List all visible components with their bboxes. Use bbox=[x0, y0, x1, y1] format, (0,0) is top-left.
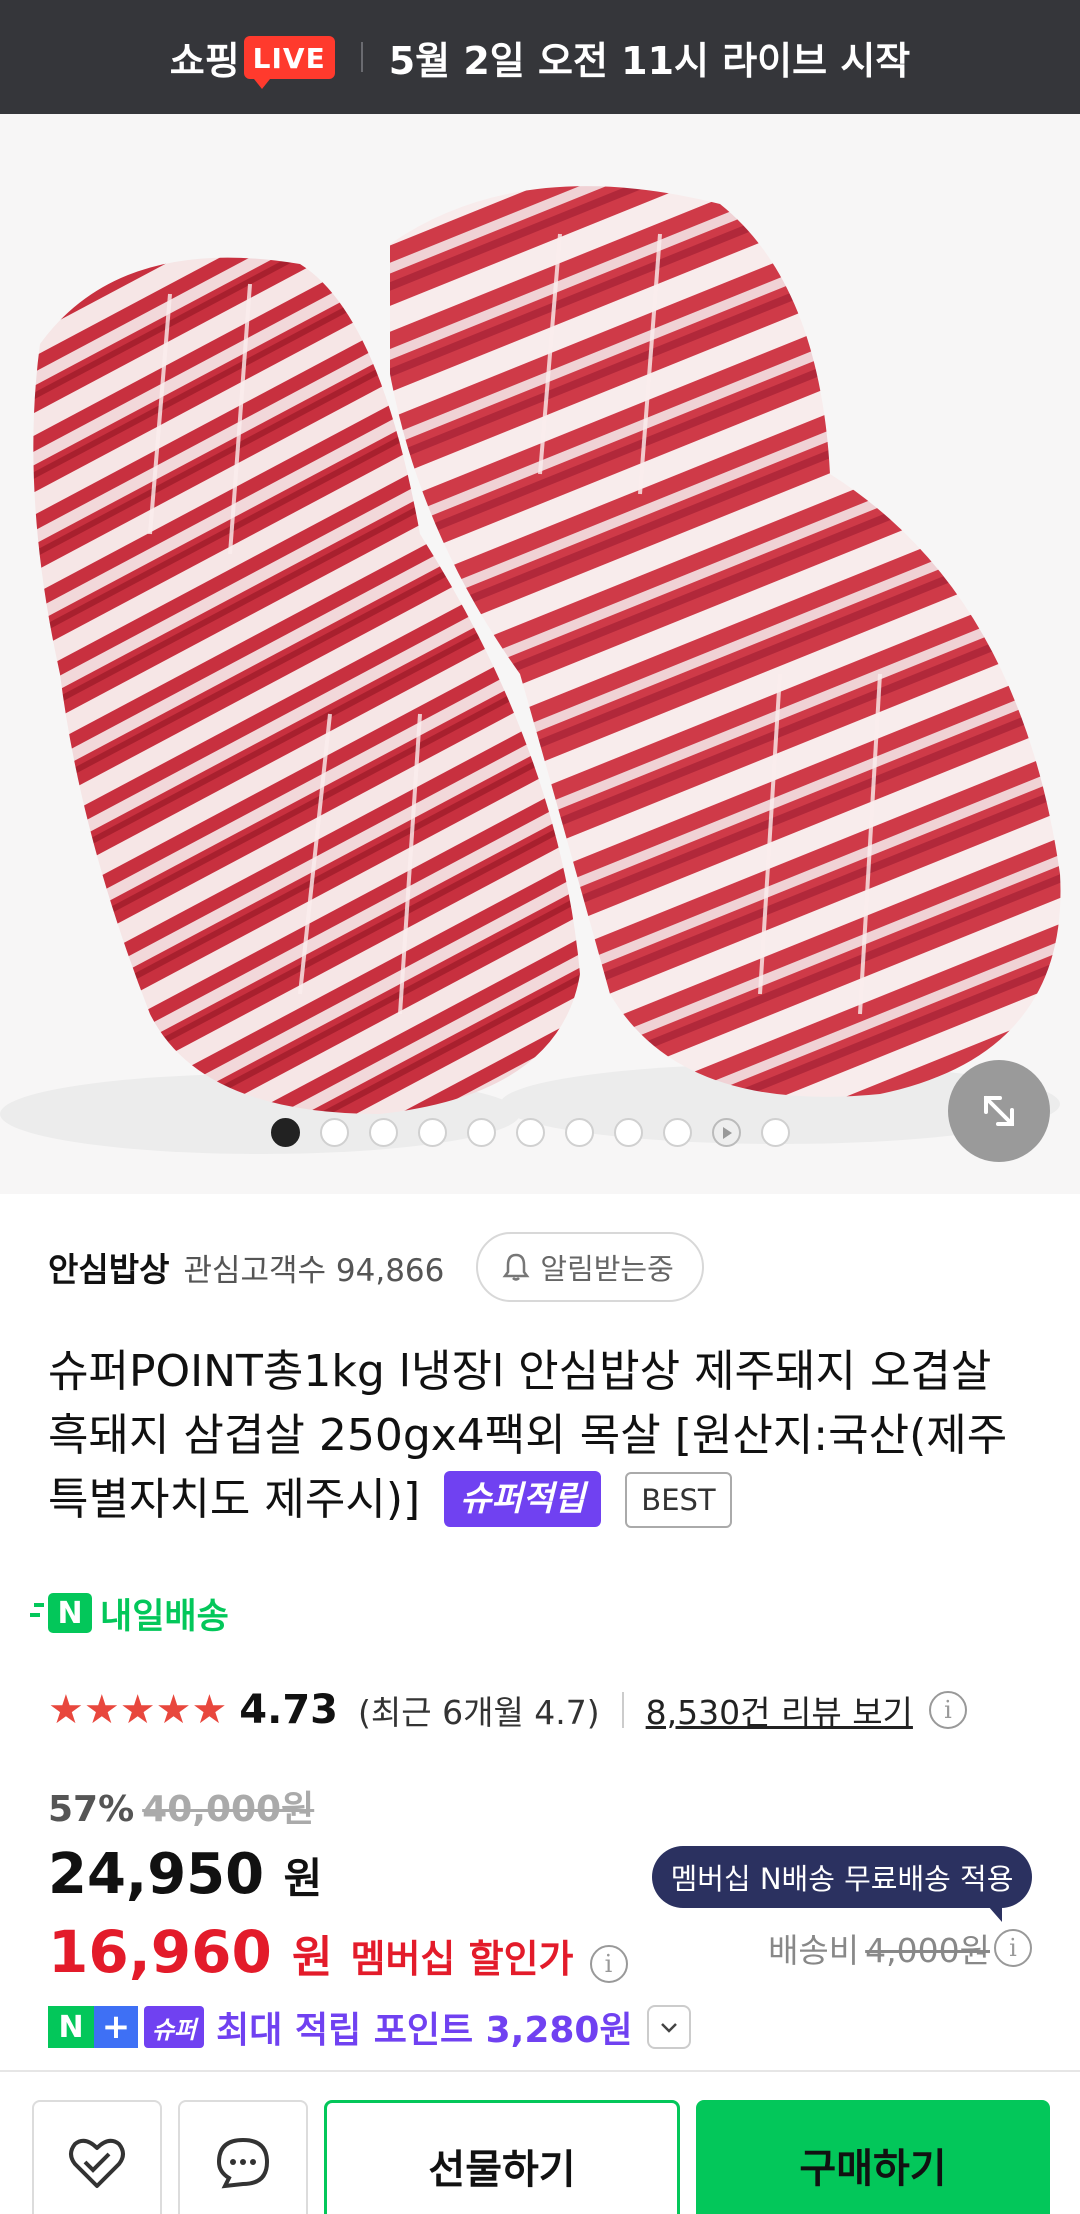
plus-icon: + bbox=[94, 2006, 138, 2048]
delivery-label: 내일배송 bbox=[100, 1596, 229, 1637]
info-icon[interactable]: i bbox=[589, 1945, 628, 1983]
carousel-dot[interactable] bbox=[368, 1118, 398, 1147]
store-name[interactable]: 안심밥상 bbox=[48, 1243, 169, 1291]
shopping-live-logo: 쇼핑 LIVE bbox=[169, 30, 335, 89]
membership-price-unit: 원 bbox=[292, 1932, 333, 1983]
shipping-row: 배송비 4,000원 i bbox=[768, 1924, 1032, 1972]
carousel-dot[interactable] bbox=[564, 1118, 594, 1147]
discount-row: 57% 40,000원 bbox=[48, 1780, 314, 1832]
rating-stars: ★★★★★ bbox=[48, 1687, 228, 1733]
carousel-dot[interactable] bbox=[662, 1118, 692, 1147]
discount-percent: 57% bbox=[48, 1789, 135, 1830]
sale-price-unit: 원 bbox=[283, 1854, 323, 1903]
n-delivery-icon: N bbox=[34, 1593, 92, 1633]
points-row[interactable]: N + 슈퍼 최대 적립 포인트 3,280원 bbox=[48, 2002, 691, 2052]
rating-divider bbox=[621, 1692, 624, 1728]
talk-talk-button[interactable] bbox=[178, 2100, 308, 2214]
reviews-link[interactable]: 8,530건 리뷰 보기 bbox=[646, 1686, 913, 1734]
expand-icon bbox=[984, 1096, 1014, 1126]
original-price: 40,000원 bbox=[142, 1789, 315, 1830]
free-shipping-tooltip: 멤버십 N배송 무료배송 적용 bbox=[652, 1846, 1032, 1922]
super-badge-small: 슈퍼 bbox=[144, 2006, 205, 2048]
wishlist-button[interactable] bbox=[32, 2100, 162, 2214]
chevron-down-icon bbox=[660, 2023, 677, 2033]
carousel-dot[interactable] bbox=[417, 1118, 447, 1147]
carousel-dot[interactable] bbox=[760, 1118, 790, 1147]
sale-price-value: 24,950 bbox=[48, 1842, 265, 1907]
chat-icon bbox=[216, 2137, 270, 2189]
naver-n-icon: N bbox=[48, 2006, 94, 2048]
carousel-dot[interactable] bbox=[515, 1118, 545, 1147]
product-image[interactable] bbox=[0, 114, 1080, 1194]
bell-icon bbox=[502, 1253, 530, 1281]
follower-count: 관심고객수 94,866 bbox=[183, 1252, 445, 1289]
live-badge: LIVE bbox=[243, 35, 335, 89]
gift-button[interactable]: 선물하기 bbox=[324, 2100, 680, 2214]
delivery-tag: N 내일배송 bbox=[34, 1588, 229, 1638]
store-info: 안심밥상 관심고객수 94,866 알림받는중 bbox=[48, 1232, 704, 1302]
carousel-dot[interactable] bbox=[270, 1118, 300, 1147]
heart-check-icon bbox=[69, 2138, 125, 2188]
rating-recent: (최근 6개월 4.7) bbox=[358, 1693, 600, 1732]
naver-plus-badge: N + bbox=[48, 2006, 138, 2048]
carousel-dot[interactable] bbox=[613, 1118, 643, 1147]
points-expand-button[interactable] bbox=[646, 2005, 691, 2049]
live-brand-text: 쇼핑 bbox=[169, 38, 240, 83]
membership-price-row: 16,960 원 멤버십 할인가 i bbox=[48, 1918, 628, 1986]
carousel-indicator[interactable] bbox=[0, 1118, 1080, 1147]
membership-label: 멤버십 할인가 bbox=[350, 1937, 574, 1981]
info-icon[interactable]: i bbox=[928, 1691, 967, 1729]
buy-button[interactable]: 구매하기 bbox=[696, 2100, 1050, 2214]
fullscreen-button[interactable] bbox=[948, 1060, 1050, 1162]
info-icon[interactable]: i bbox=[994, 1929, 1032, 1967]
carousel-dot[interactable] bbox=[466, 1118, 496, 1147]
super-points-badge: 슈퍼적립 bbox=[444, 1471, 602, 1527]
membership-price-value: 16,960 bbox=[48, 1918, 272, 1986]
shipping-fee: 4,000원 bbox=[865, 1931, 990, 1970]
notify-label: 알림받는중 bbox=[540, 1252, 674, 1286]
max-points-text: 최대 적립 포인트 3,280원 bbox=[216, 2010, 633, 2051]
pork-belly-illustration bbox=[0, 114, 1080, 1194]
best-badge: BEST bbox=[625, 1472, 732, 1528]
live-schedule: 5월 2일 오전 11시 라이브 시작 bbox=[388, 38, 911, 83]
rating-value: 4.73 bbox=[239, 1687, 338, 1733]
carousel-dot-video[interactable] bbox=[711, 1118, 741, 1147]
shipping-label: 배송비 bbox=[768, 1931, 860, 1970]
sale-price: 24,950 원 bbox=[48, 1842, 322, 1907]
banner-divider bbox=[360, 42, 363, 72]
rating-row: ★★★★★ 4.73 (최근 6개월 4.7) 8,530건 리뷰 보기 i bbox=[48, 1680, 967, 1740]
carousel-dot[interactable] bbox=[319, 1118, 349, 1147]
bottom-action-bar: 선물하기 구매하기 bbox=[0, 2070, 1080, 2214]
product-title-block: 슈퍼POINT총1kg l냉장l 안심밥상 제주돼지 오겹살 흑돼지 삼겹살 2… bbox=[48, 1340, 1038, 1532]
membership-price: 16,960 원 bbox=[48, 1918, 333, 1986]
notify-button[interactable]: 알림받는중 bbox=[476, 1232, 704, 1302]
live-banner[interactable]: 쇼핑 LIVE 5월 2일 오전 11시 라이브 시작 bbox=[0, 0, 1080, 114]
